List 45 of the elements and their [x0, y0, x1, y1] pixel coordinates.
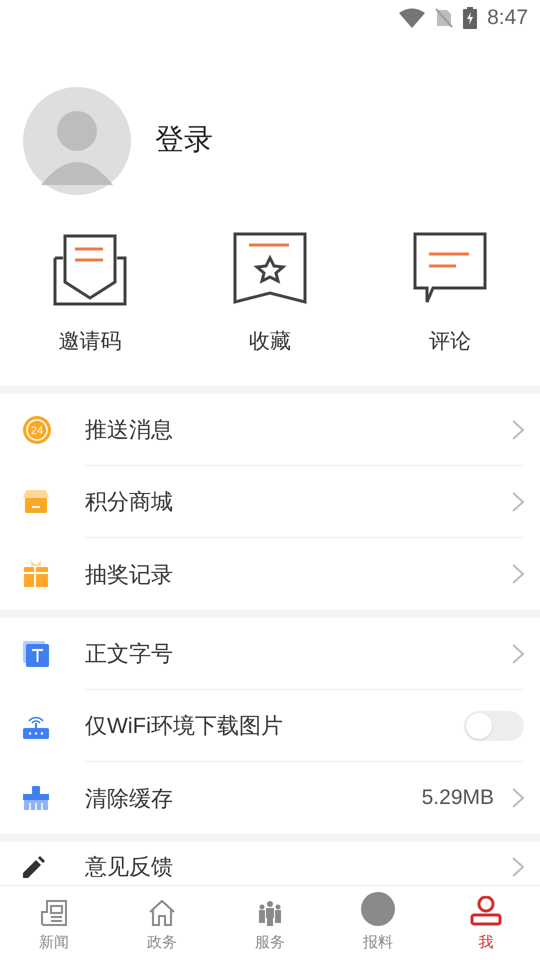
settings-row[interactable]: 积分商城 [0, 466, 540, 538]
row-label: 意见反馈 [85, 853, 174, 881]
pencil-icon [23, 856, 45, 878]
envelope-icon [53, 232, 127, 306]
avatar[interactable] [23, 87, 131, 195]
battery-charging-icon [463, 7, 478, 29]
wifi-icon [399, 8, 426, 28]
chevron-right-icon [512, 420, 524, 440]
gift-icon [23, 560, 49, 588]
chevron-right-icon [512, 644, 524, 664]
row-label: 积分商城 [85, 488, 174, 516]
settings-row[interactable]: 正文字号 [0, 618, 540, 690]
chevron-right-icon [512, 492, 524, 512]
home-icon [148, 900, 176, 926]
font-size-icon [23, 641, 49, 667]
no-sim-icon [435, 8, 454, 28]
cache-size: 5.29MB [422, 785, 494, 812]
settings-row[interactable]: 清除缓存 5.29MB [0, 762, 540, 834]
row-label: 仅WiFi环境下载图片 [85, 712, 284, 740]
chevron-right-icon [512, 856, 524, 876]
newspaper-icon [41, 900, 67, 926]
settings-row[interactable]: 意见反馈 [0, 842, 540, 885]
row-label: 清除缓存 [85, 784, 174, 812]
shop-icon [23, 489, 49, 515]
report-circle-icon [361, 892, 395, 926]
brush-icon [23, 786, 49, 810]
shortcut-button[interactable]: 收藏 [180, 232, 360, 386]
row-label: 推送消息 [85, 416, 174, 444]
clock-24-icon: 24 [23, 416, 51, 444]
shortcut-button[interactable]: 评论 [360, 232, 540, 386]
row-label: 抽奖记录 [85, 560, 174, 588]
settings-row[interactable]: 抽奖记录 [0, 538, 540, 610]
people-icon [258, 900, 282, 926]
chevron-right-icon [512, 788, 524, 808]
toggle-switch[interactable] [464, 710, 524, 740]
chevron-right-icon [512, 564, 524, 584]
user-icon [470, 896, 502, 926]
settings-row[interactable]: 仅WiFi环境下载图片 [0, 690, 540, 762]
bookmark-star-icon [233, 232, 307, 306]
clock-time: 8:47 [487, 5, 528, 32]
settings-row[interactable]: 24 推送消息 [0, 394, 540, 466]
tab[interactable]: 我 [432, 886, 540, 960]
shortcut-button[interactable]: 邀请码 [0, 232, 180, 386]
login-link[interactable]: 登录 [155, 119, 213, 163]
row-label: 正文字号 [85, 640, 174, 668]
